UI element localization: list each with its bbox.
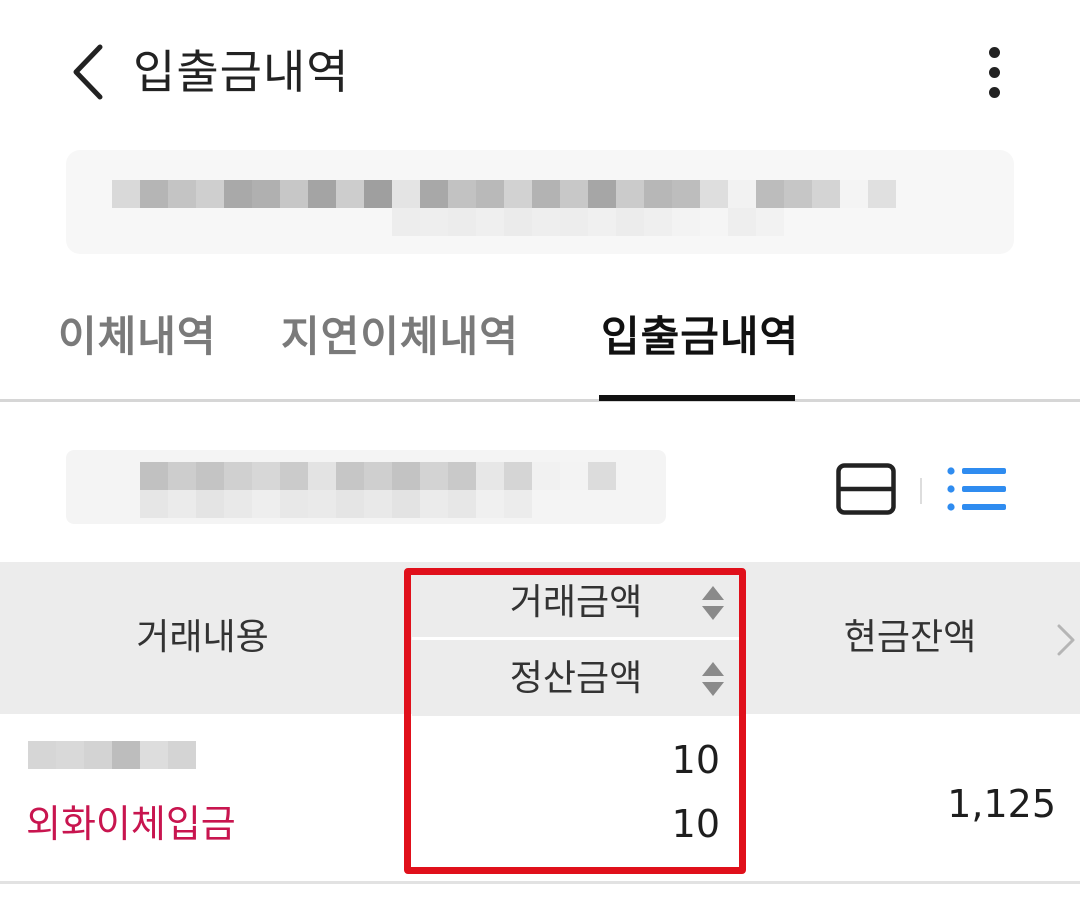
date-range-filter[interactable] (66, 450, 666, 524)
list-view-button[interactable] (946, 463, 1008, 515)
active-tab-indicator (599, 395, 795, 401)
chevron-left-icon (73, 44, 103, 100)
column-header-description: 거래내용 (136, 617, 269, 658)
view-toggle-divider (920, 478, 922, 504)
app-header: 입출금내역 (0, 0, 1080, 150)
sort-icon[interactable] (700, 583, 726, 623)
column-header-cash-balance: 현금잔액 (843, 617, 977, 658)
column-header-settlement-amount[interactable]: 정산금액 (412, 642, 740, 716)
card-view-icon (836, 463, 896, 515)
page-title: 입출금내역 (133, 45, 350, 99)
masked-transaction-date (28, 741, 196, 769)
transaction-amount: 10 (671, 738, 720, 782)
header-divider (412, 637, 740, 640)
tab-delayed-transfer-history[interactable]: 지연이체내역 (281, 302, 519, 372)
tab-bar: 이체내역 지연이체내역 입출금내역 (0, 290, 1080, 402)
back-button[interactable] (60, 40, 116, 104)
cash-balance: 1,125 (947, 782, 1056, 826)
tab-transfer-history[interactable]: 이체내역 (58, 302, 217, 372)
more-vertical-icon (988, 46, 1000, 58)
masked-filter-text (140, 462, 616, 490)
scroll-right-button[interactable] (1054, 622, 1078, 658)
list-view-icon (947, 467, 1006, 511)
tab-deposit-withdrawal-history[interactable]: 입출금내역 (601, 302, 799, 372)
table-row[interactable]: 외화이체입금 10 10 1,125 (0, 714, 1080, 884)
column-header-transaction-amount[interactable]: 거래금액 (412, 566, 740, 640)
more-options-button[interactable] (968, 40, 1020, 104)
sort-icon[interactable] (700, 659, 726, 699)
transaction-type: 외화이체입금 (26, 802, 236, 846)
settlement-amount: 10 (671, 802, 720, 846)
card-view-button[interactable] (836, 463, 896, 515)
chevron-right-icon (1057, 624, 1075, 656)
masked-account-info (112, 180, 896, 208)
account-selector[interactable] (66, 150, 1014, 254)
